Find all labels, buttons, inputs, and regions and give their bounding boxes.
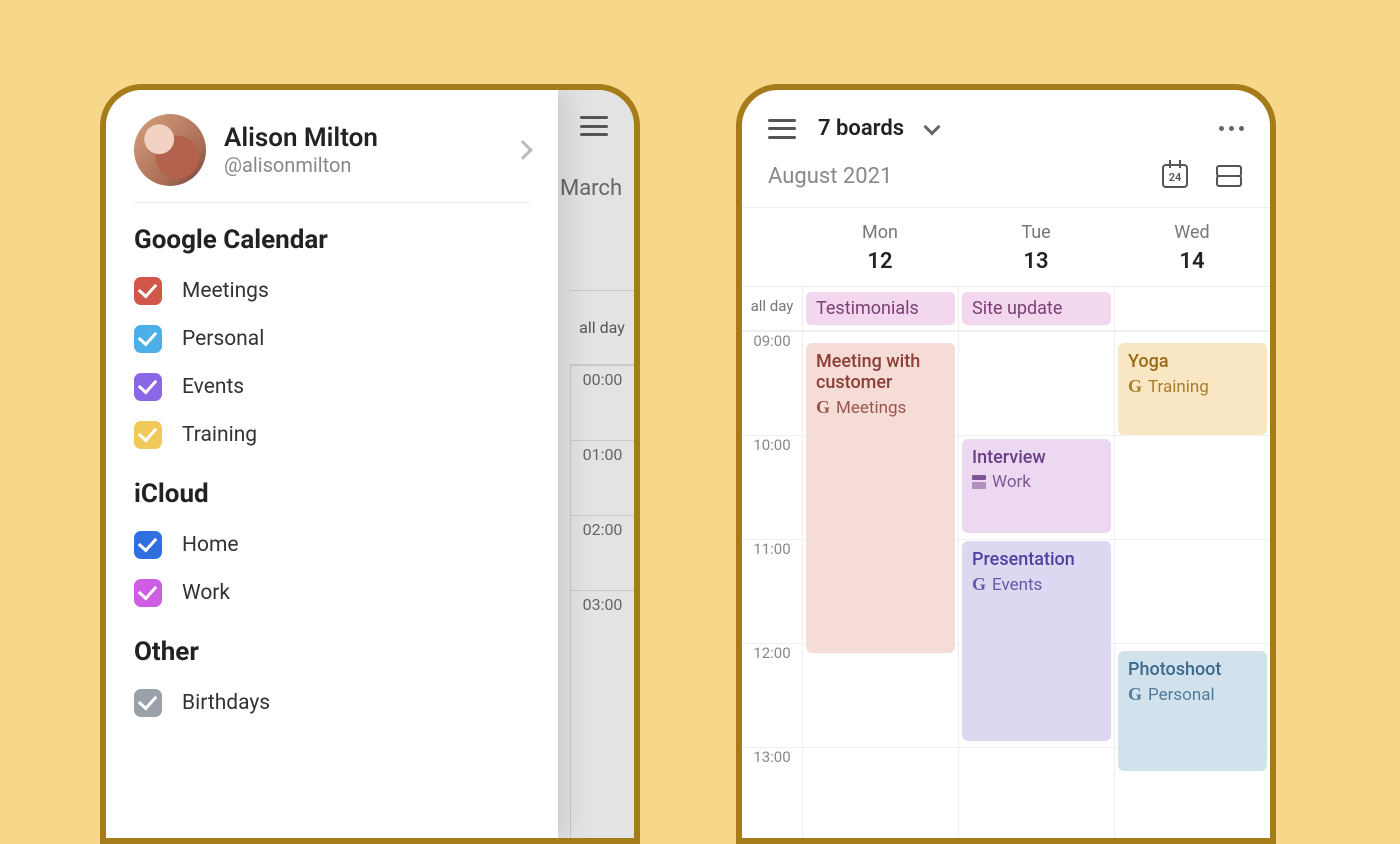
bg-hour-label: 02:00 (571, 515, 634, 590)
section-icloud-title: iCloud (134, 479, 530, 509)
day-column-tue[interactable]: Interview Work Presentation G Events (958, 331, 1114, 844)
calendar-label: Meetings (182, 279, 269, 303)
hour-label: 13:00 (742, 747, 802, 844)
day-headers: Mon 12Tue 13Wed 14 (742, 208, 1270, 287)
event-source: Events (992, 575, 1042, 595)
event-title: Presentation (972, 549, 1101, 570)
calendar-icon-day: 24 (1164, 171, 1186, 184)
event-block[interactable]: Meeting with customer G Meetings (806, 343, 955, 653)
checkbox-icon[interactable] (134, 373, 162, 401)
checkbox-icon[interactable] (134, 325, 162, 353)
day-column-mon[interactable]: Meeting with customer G Meetings (802, 331, 958, 844)
allday-label: all day (742, 287, 802, 330)
allday-event[interactable]: Testimonials (806, 292, 955, 325)
profile-name: Alison Milton (224, 123, 378, 153)
bg-allday-label: all day (570, 290, 634, 365)
day-column-wed[interactable]: Yoga G Training Photoshoot G Personal (1114, 331, 1270, 844)
allday-row: all day Testimonials Site update (742, 287, 1270, 331)
event-source: Personal (1148, 685, 1215, 705)
section-other-title: Other (134, 637, 530, 667)
boards-dropdown[interactable]: 7 boards (818, 116, 904, 141)
view-toggle-button[interactable] (1214, 161, 1244, 191)
google-icon: G (816, 397, 830, 418)
icloud-item-work[interactable]: Work (134, 569, 530, 617)
google-icon: G (1128, 684, 1142, 705)
hour-label: 09:00 (742, 331, 802, 435)
calendar-icon: 24 (1162, 164, 1188, 188)
event-title: Photoshoot (1128, 659, 1257, 680)
allday-event[interactable]: Site update (962, 292, 1111, 325)
checkbox-icon[interactable] (134, 277, 162, 305)
profile-handle: @alisonmilton (224, 153, 378, 177)
hamburger-icon[interactable] (768, 119, 796, 139)
day-number: 13 (958, 249, 1114, 274)
event-title: Interview (972, 447, 1101, 468)
event-block[interactable]: Yoga G Training (1118, 343, 1267, 435)
event-block[interactable]: Interview Work (962, 439, 1111, 533)
chevron-right-icon (513, 140, 533, 160)
calendar-label: Birthdays (182, 691, 270, 715)
phone-left: March all day 00:0001:0002:0003:00 Aliso… (100, 84, 640, 844)
event-source: Meetings (836, 398, 906, 418)
hour-label: 11:00 (742, 539, 802, 643)
calendar-label: Work (182, 581, 230, 605)
calendar-picker-button[interactable]: 24 (1160, 161, 1190, 191)
month-label: August 2021 (768, 164, 892, 189)
checkbox-icon[interactable] (134, 421, 162, 449)
event-title: Meeting with customer (816, 351, 945, 393)
event-title: Yoga (1128, 351, 1257, 372)
time-grid: 09:0010:0011:0012:0013:00 Meeting with c… (742, 331, 1270, 844)
day-number: 14 (1114, 249, 1270, 274)
checkbox-icon[interactable] (134, 579, 162, 607)
icloud-item-home[interactable]: Home (134, 521, 530, 569)
google-icon: G (972, 574, 986, 595)
profile-row[interactable]: Alison Milton @alisonmilton (134, 114, 530, 203)
day-of-week: Wed (1114, 222, 1270, 243)
google-item-personal[interactable]: Personal (134, 315, 530, 363)
hour-label: 12:00 (742, 643, 802, 747)
bg-time-column: 00:0001:0002:0003:00 (570, 365, 634, 838)
avatar (134, 114, 206, 186)
google-item-events[interactable]: Events (134, 363, 530, 411)
checkbox-icon[interactable] (134, 531, 162, 559)
hamburger-icon[interactable] (580, 116, 608, 136)
day-header[interactable]: Wed 14 (1114, 222, 1270, 274)
bg-hour-label: 01:00 (571, 440, 634, 515)
section-google-title: Google Calendar (134, 225, 530, 255)
calendar-label: Home (182, 533, 239, 557)
calendar-label: Events (182, 375, 244, 399)
day-of-week: Tue (958, 222, 1114, 243)
day-number: 12 (802, 249, 958, 274)
google-item-meetings[interactable]: Meetings (134, 267, 530, 315)
hour-label: 10:00 (742, 435, 802, 539)
day-of-week: Mon (802, 222, 958, 243)
event-block[interactable]: Photoshoot G Personal (1118, 651, 1267, 771)
list-view-icon (1216, 165, 1242, 187)
bg-hour-label: 03:00 (571, 590, 634, 665)
phone-right: 7 boards August 2021 24 Mon12Tue13Wed14 … (736, 84, 1276, 844)
event-block[interactable]: Presentation G Events (962, 541, 1111, 741)
event-source: Training (1148, 377, 1209, 397)
day-header[interactable]: Tue 13 (958, 222, 1114, 274)
board-icon (972, 475, 986, 489)
google-icon: G (1128, 376, 1142, 397)
more-icon[interactable] (1219, 126, 1244, 131)
bg-month-label: March (560, 176, 624, 201)
checkbox-icon[interactable] (134, 689, 162, 717)
chevron-down-icon[interactable] (924, 118, 941, 135)
calendar-label: Training (182, 423, 257, 447)
event-source: Work (992, 472, 1031, 492)
day-header[interactable]: Mon 12 (802, 222, 958, 274)
google-item-training[interactable]: Training (134, 411, 530, 459)
calendar-label: Personal (182, 327, 264, 351)
settings-drawer: Alison Milton @alisonmilton Google Calen… (106, 90, 558, 838)
other-item-birthdays[interactable]: Birthdays (134, 679, 530, 727)
bg-hour-label: 00:00 (571, 365, 634, 440)
